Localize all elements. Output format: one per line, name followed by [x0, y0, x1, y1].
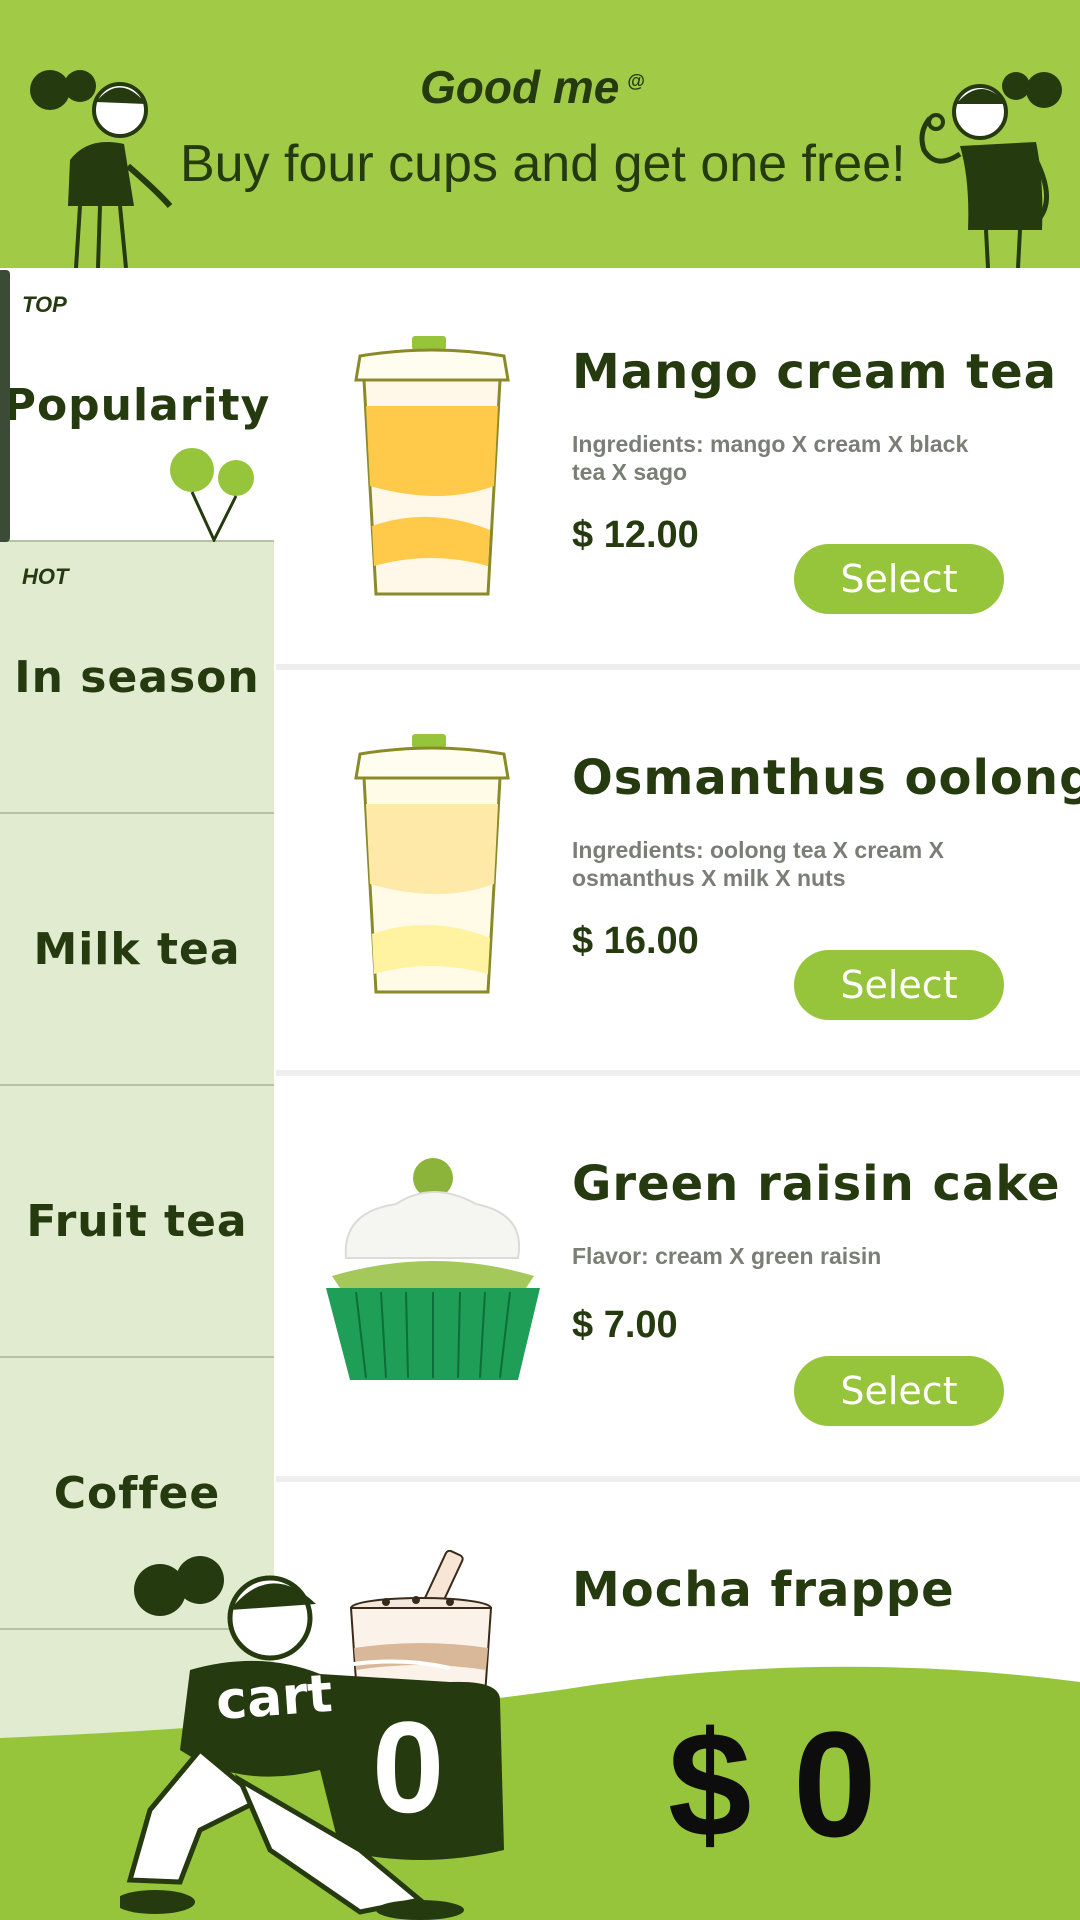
osmanthus-oolong-cup-icon	[354, 734, 510, 994]
product-price: $ 12.00	[572, 514, 699, 556]
sidebar-item-popularity[interactable]: TOP Popularity	[0, 270, 274, 542]
mango-cream-tea-cup-icon	[354, 336, 510, 596]
product-card[interactable]: Osmanthus oolong Ingredients: oolong tea…	[276, 676, 1080, 1076]
product-price: $ 16.00	[572, 920, 699, 962]
sidebar-item-in-season[interactable]: HOT In season	[0, 542, 274, 814]
product-name: Mocha frappe	[572, 1562, 955, 1618]
product-card[interactable]: Green raisin cake Flavor: cream X green …	[276, 1082, 1080, 1482]
promo-header: Good me @ Buy four cups and get one free!	[0, 0, 1080, 268]
promo-text: Buy four cups and get one free!	[180, 135, 906, 193]
cart-label: cart	[214, 1664, 335, 1732]
product-name: Mango cream tea	[572, 344, 1058, 400]
product-price: $ 7.00	[572, 1304, 678, 1346]
category-label: Fruit tea	[26, 1195, 248, 1247]
brand-title: Good me @	[420, 60, 645, 114]
person-right-illustration	[919, 72, 1062, 268]
cart-person-illustration	[120, 1556, 504, 1920]
product-description: Ingredients: oolong tea X cream X osmant…	[572, 837, 944, 891]
category-label: Popularity	[3, 379, 271, 431]
category-label: Coffee	[53, 1467, 221, 1519]
category-tag: HOT	[22, 564, 69, 589]
select-button[interactable]: Select	[794, 544, 1004, 614]
person-left-illustration	[30, 70, 173, 268]
product-name: Green raisin cake	[572, 1156, 1061, 1212]
sidebar-item-fruit-tea[interactable]: Fruit tea	[0, 1086, 274, 1358]
select-button[interactable]: Select	[794, 1356, 1004, 1426]
product-description: Ingredients: mango X cream X black tea X…	[572, 431, 969, 485]
category-label: In season	[14, 651, 260, 703]
select-button[interactable]: Select	[794, 950, 1004, 1020]
category-tag: TOP	[22, 292, 67, 317]
brand-mark: @	[627, 70, 645, 91]
active-indicator	[0, 270, 10, 542]
brand-name: Good me	[420, 61, 620, 113]
category-label: Milk tea	[33, 923, 241, 975]
cart-count: 0	[372, 1694, 445, 1840]
sidebar-item-milk-tea[interactable]: Milk tea	[0, 814, 274, 1086]
cart-total: $ 0	[668, 1700, 877, 1868]
product-name: Osmanthus oolong	[572, 750, 1080, 806]
product-description: Flavor: cream X green raisin	[572, 1243, 882, 1269]
balloons-icon	[170, 448, 254, 542]
cupcake-icon	[326, 1158, 540, 1380]
product-card[interactable]: Mango cream tea Ingredients: mango X cre…	[276, 270, 1080, 670]
